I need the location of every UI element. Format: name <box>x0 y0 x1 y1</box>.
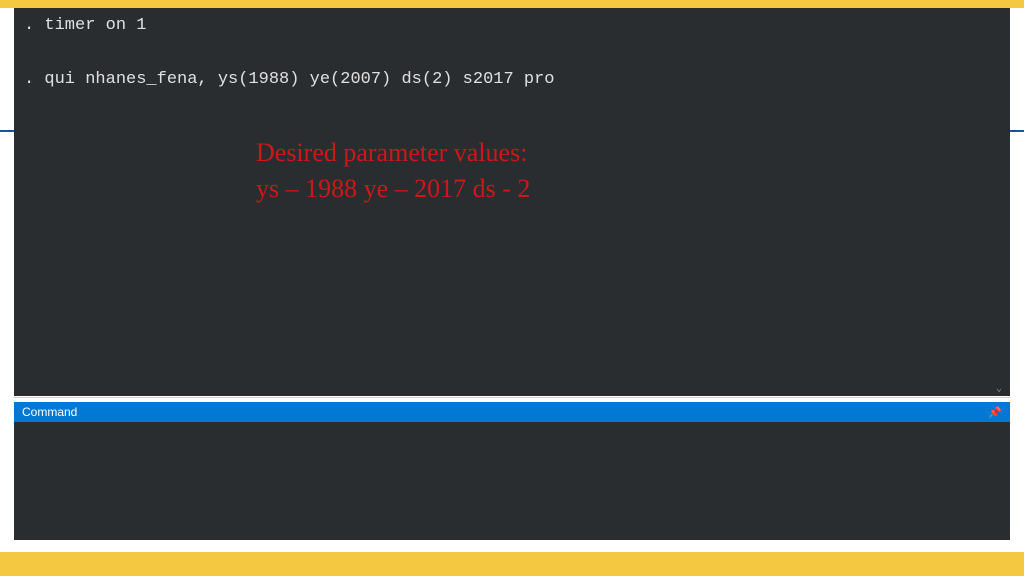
annotation-overlay: Desired parameter values: ys – 1988 ye –… <box>256 135 530 208</box>
annotation-line: Desired parameter values: <box>256 135 530 171</box>
command-input[interactable] <box>14 422 1010 540</box>
bottom-accent-bar <box>0 552 1024 576</box>
pin-icon[interactable]: 📌 <box>988 406 1002 419</box>
panel-separator <box>14 397 1010 398</box>
annotation-line: ys – 1988 ye – 2017 ds - 2 <box>256 171 530 207</box>
output-line: . timer on 1 <box>24 12 1000 39</box>
bottom-inner-spacer <box>0 540 1024 552</box>
output-line: . qui nhanes_fena, ys(1988) ye(2007) ds(… <box>24 66 1000 93</box>
command-panel-title: Command <box>22 405 77 419</box>
top-accent-bar <box>0 0 1024 8</box>
output-line <box>24 39 1000 66</box>
scroll-down-indicator[interactable]: ⌄ <box>996 382 1008 394</box>
command-panel-header[interactable]: Command 📌 <box>14 402 1010 422</box>
